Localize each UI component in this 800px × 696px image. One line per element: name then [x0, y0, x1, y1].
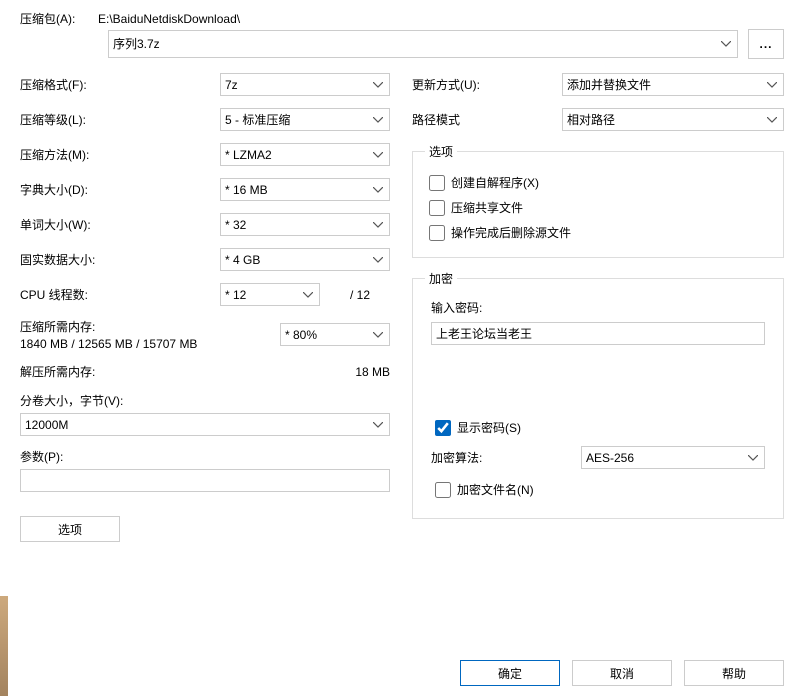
mem-percent-select[interactable]: * 80%	[280, 323, 390, 346]
delete-checkbox[interactable]	[429, 225, 445, 241]
options-button[interactable]: 选项	[20, 516, 120, 542]
browse-button[interactable]: ...	[748, 29, 784, 59]
background-edge	[0, 596, 8, 696]
mem-compress-label: 压缩所需内存:	[20, 318, 197, 335]
sfx-label: 创建自解程序(X)	[451, 174, 539, 191]
options-legend: 选项	[425, 143, 457, 160]
solid-select[interactable]: * 4 GB	[220, 248, 390, 271]
volume-select[interactable]: 12000M	[20, 413, 390, 436]
shared-label: 压缩共享文件	[451, 199, 523, 216]
archive-label: 压缩包(A):	[20, 10, 98, 27]
update-mode-select[interactable]: 添加并替换文件	[562, 73, 784, 96]
cancel-button[interactable]: 取消	[572, 660, 672, 686]
password-label: 输入密码:	[431, 299, 765, 316]
enc-method-label: 加密算法:	[431, 449, 581, 466]
show-password-label: 显示密码(S)	[457, 419, 521, 436]
password-input[interactable]	[431, 322, 765, 345]
path-mode-select[interactable]: 相对路径	[562, 108, 784, 131]
mem-decompress-value: 18 MB	[355, 365, 390, 379]
method-label: 压缩方法(M):	[20, 146, 220, 163]
sfx-checkbox[interactable]	[429, 175, 445, 191]
ok-button[interactable]: 确定	[460, 660, 560, 686]
dict-select[interactable]: * 16 MB	[220, 178, 390, 201]
word-label: 单词大小(W):	[20, 216, 220, 233]
encrypt-names-checkbox[interactable]	[435, 482, 451, 498]
update-mode-label: 更新方式(U):	[412, 76, 562, 93]
params-label: 参数(P):	[20, 448, 390, 465]
level-label: 压缩等级(L):	[20, 111, 220, 128]
solid-label: 固实数据大小:	[20, 251, 220, 268]
help-button[interactable]: 帮助	[684, 660, 784, 686]
method-select[interactable]: * LZMA2	[220, 143, 390, 166]
threads-select[interactable]: * 12	[220, 283, 320, 306]
mem-compress-value: 1840 MB / 12565 MB / 15707 MB	[20, 337, 197, 351]
volume-label: 分卷大小，字节(V):	[20, 392, 390, 409]
encrypt-names-row[interactable]: 加密文件名(N)	[435, 477, 765, 502]
threads-max: / 12	[330, 288, 370, 302]
params-input[interactable]	[20, 469, 390, 492]
show-password-checkbox[interactable]	[435, 420, 451, 436]
dict-label: 字典大小(D):	[20, 181, 220, 198]
sfx-checkbox-row[interactable]: 创建自解程序(X)	[429, 170, 771, 195]
encryption-fieldset: 加密 输入密码: 显示密码(S) 加密算法: AES-256 加密文件名(N)	[412, 270, 784, 519]
delete-checkbox-row[interactable]: 操作完成后删除源文件	[429, 220, 771, 245]
level-select[interactable]: 5 - 标准压缩	[220, 108, 390, 131]
show-password-row[interactable]: 显示密码(S)	[435, 415, 765, 440]
delete-label: 操作完成后删除源文件	[451, 224, 571, 241]
encryption-legend: 加密	[425, 270, 457, 287]
archive-path: E:\BaiduNetdiskDownload\	[98, 12, 240, 26]
format-select[interactable]: 7z	[220, 73, 390, 96]
options-fieldset: 选项 创建自解程序(X) 压缩共享文件 操作完成后删除源文件	[412, 143, 784, 258]
mem-decompress-label: 解压所需内存:	[20, 363, 95, 380]
archive-filename-select[interactable]: 序列3.7z	[108, 30, 738, 58]
shared-checkbox-row[interactable]: 压缩共享文件	[429, 195, 771, 220]
path-mode-label: 路径模式	[412, 111, 562, 128]
threads-label: CPU 线程数:	[20, 286, 220, 303]
format-label: 压缩格式(F):	[20, 76, 220, 93]
encrypt-names-label: 加密文件名(N)	[457, 481, 534, 498]
enc-method-select[interactable]: AES-256	[581, 446, 765, 469]
word-select[interactable]: * 32	[220, 213, 390, 236]
shared-checkbox[interactable]	[429, 200, 445, 216]
